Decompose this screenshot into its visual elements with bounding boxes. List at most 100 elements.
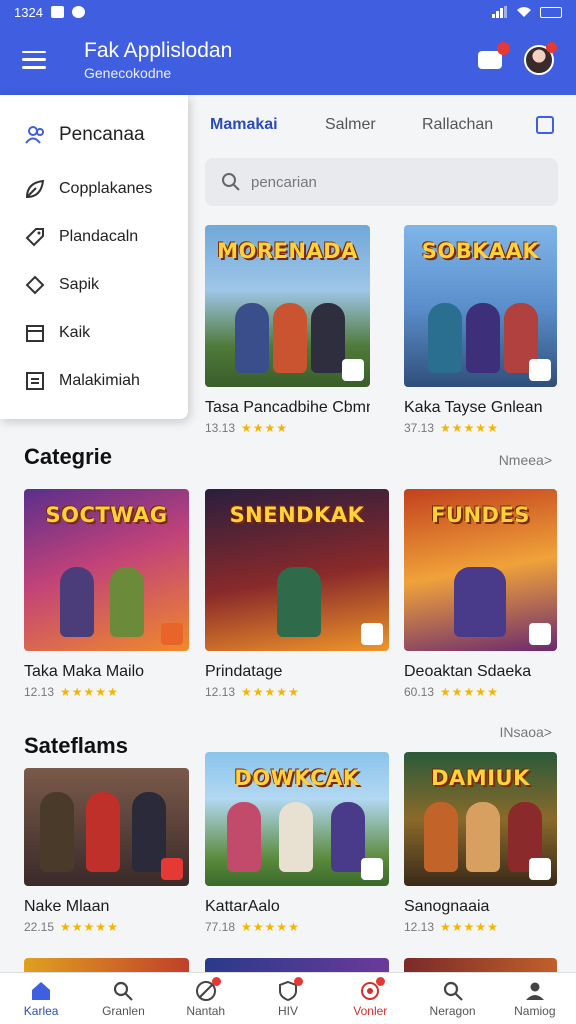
bottom-navigation: Karlea Granlen Nantah HIV Vonler Neragon… xyxy=(0,972,576,1024)
game-card[interactable]: Nake Mlaan 22.15 ★★★★★ xyxy=(24,768,189,934)
tab-rallachan[interactable]: Rallachan xyxy=(422,116,493,134)
game-art-title: SOCTWAG xyxy=(45,503,168,527)
drawer-item-kaik[interactable]: Kaik xyxy=(0,309,188,357)
nav-item-alerts[interactable]: Vonler xyxy=(329,973,411,1024)
game-name: Prindatage xyxy=(205,663,283,680)
game-card[interactable]: SNENDKAK Prindatage 12.13 ★★★★★ xyxy=(205,489,389,699)
tag-icon xyxy=(25,228,44,247)
search-placeholder: pencarian xyxy=(251,173,317,191)
game-meta: 12.13 xyxy=(404,920,435,934)
home-icon xyxy=(32,981,51,1000)
game-name: KattarAalo xyxy=(205,898,280,915)
drawer-item-copplakanes[interactable]: Copplakanes xyxy=(0,165,188,213)
store-badge-icon xyxy=(161,623,183,645)
game-name: Deoaktan Sdaeka xyxy=(404,663,532,680)
nav-label: Neragon xyxy=(429,1003,476,1018)
drawer-header[interactable]: Pencanaa xyxy=(0,105,188,165)
rating-stars: ★★★★★ xyxy=(241,685,300,699)
menu-icon[interactable] xyxy=(22,50,46,69)
store-badge-icon xyxy=(529,359,551,381)
game-art-title: DOWKCAK xyxy=(234,766,360,790)
game-card[interactable]: DAMIUK Sanognaaia 12.13 ★★★★★ xyxy=(404,752,557,934)
tab-salmer[interactable]: Salmer xyxy=(325,116,376,134)
game-card[interactable]: DOWKCAK KattarAalo 77.18 ★★★★★ xyxy=(205,752,389,934)
notification-dot xyxy=(211,976,221,986)
game-card[interactable]: MORENADA Tasa Pancadbihe Cbmng, 13.13 ★★★… xyxy=(205,225,370,435)
nav-label: Granlen xyxy=(102,1003,145,1018)
sync-icon xyxy=(71,6,85,18)
compass-icon xyxy=(195,976,221,1002)
notification-dot xyxy=(293,976,303,986)
see-more-link[interactable]: INsaoa> xyxy=(499,724,552,740)
game-thumbnail: FUNDES xyxy=(404,489,557,651)
game-thumbnail xyxy=(24,768,189,886)
game-art-title: FUNDES xyxy=(431,503,530,527)
avatar[interactable] xyxy=(524,41,557,75)
messages-icon[interactable] xyxy=(478,41,510,69)
battery-icon xyxy=(540,6,562,18)
rating-stars: ★★★★★ xyxy=(440,920,499,934)
game-meta: 22.15 xyxy=(24,920,55,934)
rating-stars: ★★★★ xyxy=(241,421,289,435)
game-thumbnail: SOBKAAK xyxy=(404,225,557,387)
status-time: 1324 xyxy=(14,4,43,20)
people-icon xyxy=(25,126,44,144)
app-title: Fak Applislodan xyxy=(84,38,233,62)
drawer-item-plandacaln[interactable]: Plandacaln xyxy=(0,213,188,261)
game-card[interactable]: FUNDES Deoaktan Sdaeka 60.13 ★★★★★ xyxy=(404,489,557,699)
nav-item-profile[interactable]: Namiog xyxy=(494,973,576,1024)
game-art-title: DAMIUK xyxy=(431,766,530,790)
drawer-item-label: Kaik xyxy=(59,324,91,341)
drawer-item-label: Plandacaln xyxy=(59,228,139,245)
nav-item-search-2[interactable]: Neragon xyxy=(411,973,493,1024)
drawer-item-malakimiah[interactable]: Malakimiah xyxy=(0,357,188,405)
notification-icon xyxy=(50,6,64,18)
tab-mamakai[interactable]: Mamakai xyxy=(210,116,278,134)
store-badge-icon xyxy=(342,359,364,381)
search-icon xyxy=(443,981,463,1001)
notification-dot xyxy=(376,976,386,986)
game-thumbnail: MORENADA xyxy=(205,225,370,387)
game-thumbnail: SNENDKAK xyxy=(205,489,389,651)
game-name: Sanognaaia xyxy=(404,898,490,915)
drawer-item-label: Sapik xyxy=(59,276,100,293)
app-bar: Fak Applislodan Genecokodne xyxy=(0,24,576,95)
store-badge-icon xyxy=(161,858,183,880)
game-art-title: SOBKAAK xyxy=(421,239,540,263)
game-name: Tasa Pancadbihe Cbmng, xyxy=(205,399,370,416)
rating-stars: ★★★★★ xyxy=(60,920,119,934)
game-name: Kaka Tayse Gnlean xyxy=(404,399,543,416)
game-thumbnail: DAMIUK xyxy=(404,752,557,886)
nav-label: Karlea xyxy=(23,1003,59,1018)
search-input[interactable]: pencarian xyxy=(205,158,558,206)
store-badge-icon xyxy=(529,623,551,645)
game-name: Nake Mlaan xyxy=(24,898,110,915)
bookmark-icon[interactable] xyxy=(536,116,554,134)
game-card[interactable]: SOBKAAK Kaka Tayse Gnlean 37.13 ★★★★★ xyxy=(404,225,557,435)
nav-item-shield[interactable]: HIV xyxy=(247,973,329,1024)
game-meta: 12.13 xyxy=(24,685,55,699)
store-badge-icon xyxy=(361,858,383,880)
game-name: Taka Maka Mailo xyxy=(24,663,145,680)
status-bar: 1324 xyxy=(0,0,576,24)
search-icon xyxy=(114,981,134,1001)
game-thumbnail: SOCTWAG xyxy=(24,489,189,651)
game-thumbnail-partial xyxy=(205,958,389,972)
game-card[interactable]: SOCTWAG Taka Maka Mailo 12.13 ★★★★★ xyxy=(24,489,189,699)
nav-item-explore[interactable]: Nantah xyxy=(165,973,247,1024)
nav-item-search[interactable]: Granlen xyxy=(82,973,164,1024)
game-meta: 77.18 xyxy=(205,920,236,934)
rating-stars: ★★★★★ xyxy=(241,920,300,934)
list-icon xyxy=(26,372,44,390)
see-more-link[interactable]: Nmeea> xyxy=(499,452,552,468)
nav-item-home[interactable]: Karlea xyxy=(0,973,82,1024)
nav-label: HIV xyxy=(277,1003,298,1018)
rating-stars: ★★★★★ xyxy=(440,421,499,435)
app-subtitle: Genecokodne xyxy=(84,64,172,81)
game-thumbnail-partial xyxy=(404,958,557,972)
game-thumbnail-partial xyxy=(24,958,189,972)
nav-label: Vonler xyxy=(353,1003,388,1018)
drawer-item-sapik[interactable]: Sapik xyxy=(0,261,188,309)
profile-icon xyxy=(525,982,544,1000)
notification-dot xyxy=(546,41,557,53)
